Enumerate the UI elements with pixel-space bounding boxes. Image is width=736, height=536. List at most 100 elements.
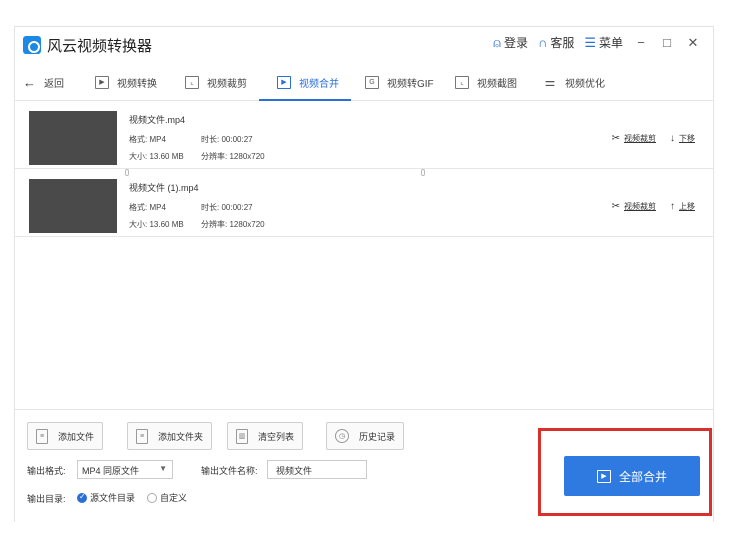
back-arrow-icon: ← [23, 74, 36, 90]
video-crop-icon: ⌞ [185, 75, 199, 89]
tab-video-optimize[interactable]: ⚌ 视频优化 [543, 63, 605, 101]
add-folder-button[interactable]: ≡ 添加文件夹 [127, 422, 213, 450]
tab-video-merge[interactable]: ▶ 视频合并 [277, 63, 339, 101]
file-list-item[interactable]: 视频文件.mp4 格式: MP4 时长: 00:00:27 大小: 13.60 … [15, 105, 713, 169]
crop-link[interactable]: ✂ 视频裁剪 [612, 133, 656, 144]
folder-icon: ≡ [136, 428, 148, 444]
clear-list-label: 清空列表 [258, 431, 295, 442]
history-button[interactable]: ◷ 历史记录 [326, 422, 405, 450]
app-title: 风云视频转换器 [47, 38, 153, 55]
size-label: 大小: [129, 152, 148, 161]
user-icon: ⍝ [493, 34, 501, 50]
title-bar: 风云视频转换器 ⍝ 登录 ∩ 客服 ☰ 菜单 − □ ✕ [15, 27, 713, 61]
service-button[interactable]: ∩ 客服 [538, 34, 574, 51]
gif-icon: G [365, 75, 379, 89]
format-label: 格式: [129, 135, 148, 144]
trash-icon: ▥ [236, 428, 248, 444]
menu-icon: ☰ [584, 34, 596, 50]
title-bar-actions: ⍝ 登录 ∩ 客服 ☰ 菜单 − □ ✕ [493, 34, 701, 51]
size-value: 13.60 MB [149, 220, 184, 229]
format-value: MP4 [149, 203, 166, 212]
back-button[interactable]: ← 返回 [23, 63, 64, 101]
row-actions: ✂ 视频裁剪 ↑ 上移 [612, 201, 695, 212]
service-label: 客服 [550, 36, 575, 50]
tab-label: 视频转GIF [387, 78, 434, 90]
file-icon: ≡ [36, 428, 48, 444]
output-name-input[interactable]: 视频文件 [267, 460, 367, 479]
tab-video-screenshot[interactable]: ⌞ 视频截图 [455, 63, 517, 101]
crop-link-label: 视频裁剪 [624, 134, 656, 143]
radio-source-dir[interactable]: 源文件目录 [77, 491, 135, 504]
play-icon: ▶ [596, 469, 611, 483]
tab-label: 视频优化 [565, 78, 605, 90]
radio-unchecked-icon [147, 492, 157, 503]
move-down-link[interactable]: ↓ 下移 [670, 133, 695, 144]
move-up-link[interactable]: ↑ 上移 [670, 201, 695, 212]
nav-bar: ← 返回 ▶ 视频转换 ⌞ 视频裁剪 ▶ 视频合并 G 视频转GIF ⌞ 视频截… [15, 63, 713, 101]
output-format-value: MP4 同原文件 [82, 466, 140, 476]
arrow-down-icon: ↓ [670, 133, 675, 144]
screenshot-icon: ⌞ [455, 75, 469, 89]
crop-link-label: 视频裁剪 [624, 202, 656, 211]
video-thumbnail [29, 179, 117, 233]
size-label: 大小: [129, 220, 148, 229]
merge-all-button[interactable]: ▶ 全部合并 [564, 456, 700, 496]
radio-custom-label: 自定义 [160, 493, 188, 503]
merge-all-label: 全部合并 [618, 469, 667, 484]
file-name: 视频文件 (1).mp4 [129, 183, 199, 193]
output-name-label: 输出文件名称: [201, 466, 258, 476]
arrow-up-icon: ↑ [670, 201, 675, 212]
tab-video-convert[interactable]: ▶ 视频转换 [95, 63, 157, 101]
clear-list-button[interactable]: ▥ 清空列表 [227, 422, 304, 450]
file-list-item[interactable]: 视频文件 (1).mp4 格式: MP4 时长: 00:00:27 大小: 13… [15, 173, 713, 237]
move-up-label: 上移 [679, 202, 695, 211]
file-meta-row: 大小: 13.60 MB 分辨率: 1280x720 [129, 219, 265, 230]
menu-button[interactable]: ☰ 菜单 [584, 34, 623, 51]
tab-label: 视频裁剪 [207, 78, 247, 90]
add-file-button[interactable]: ≡ 添加文件 [27, 422, 104, 450]
resolution: 分辨率: 1280x720 [201, 151, 265, 162]
duration: 时长: 00:00:27 [201, 134, 253, 145]
tab-label: 视频截图 [477, 78, 517, 90]
tab-video-gif[interactable]: G 视频转GIF [365, 63, 434, 101]
file-meta-row: 大小: 13.60 MB 分辨率: 1280x720 [129, 151, 265, 162]
chevron-down-icon: ▼ [159, 464, 167, 473]
maximize-button[interactable]: □ [659, 35, 675, 50]
file-name: 视频文件.mp4 [129, 115, 186, 125]
duration-label: 时长: [201, 135, 220, 144]
close-button[interactable]: ✕ [685, 35, 701, 51]
scissors-icon: ✂ [611, 201, 620, 212]
minimize-button[interactable]: − [633, 35, 649, 50]
video-convert-icon: ▶ [95, 75, 109, 89]
output-format-label: 输出格式: [27, 466, 66, 476]
radio-checked-icon [77, 492, 87, 503]
active-tab-underline [259, 99, 351, 101]
file-meta-row: 格式: MP4 时长: 00:00:27 [129, 134, 253, 145]
output-format-select[interactable]: MP4 同原文件 ▼ [77, 460, 173, 479]
output-dir-label: 输出目录: [27, 494, 66, 504]
resolution-label: 分辨率: [201, 152, 228, 161]
video-merge-icon: ▶ [277, 75, 291, 89]
resolution-value: 1280x720 [229, 220, 265, 229]
format-value: MP4 [149, 135, 166, 144]
login-label: 登录 [503, 36, 528, 50]
sliders-icon: ⚌ [544, 75, 556, 89]
app-logo-icon [23, 36, 41, 54]
login-button[interactable]: ⍝ 登录 [493, 34, 528, 51]
duration-value: 00:00:27 [221, 203, 253, 212]
crop-link[interactable]: ✂ 视频裁剪 [612, 201, 656, 212]
duration: 时长: 00:00:27 [201, 202, 253, 213]
format-label: 格式: [129, 203, 148, 212]
radio-custom-dir[interactable]: 自定义 [147, 491, 187, 504]
duration-value: 00:00:27 [221, 135, 253, 144]
menu-label: 菜单 [598, 36, 623, 50]
clock-icon: ◷ [335, 429, 349, 443]
tab-video-crop[interactable]: ⌞ 视频裁剪 [185, 63, 247, 101]
add-file-label: 添加文件 [58, 431, 95, 442]
scissors-icon: ✂ [611, 133, 620, 144]
history-label: 历史记录 [359, 431, 396, 442]
duration-label: 时长: [201, 203, 220, 212]
row-actions: ✂ 视频裁剪 ↓ 下移 [612, 133, 695, 144]
move-down-label: 下移 [679, 134, 695, 143]
size-value: 13.60 MB [149, 152, 184, 161]
